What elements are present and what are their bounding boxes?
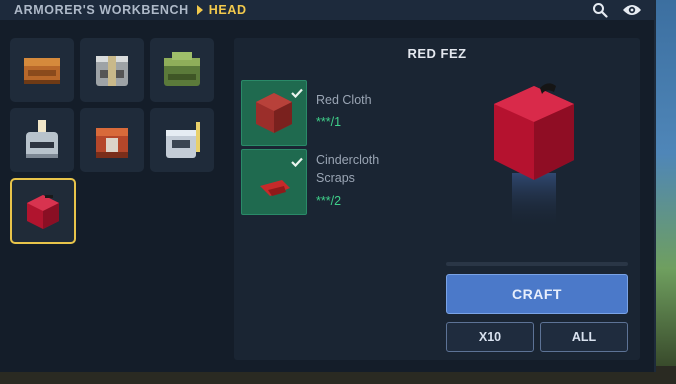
breadcrumb-current: HEAD <box>208 3 247 17</box>
red-bronze-helmet-icon <box>96 128 128 158</box>
material-name: Red Cloth <box>316 93 372 107</box>
eye-icon[interactable] <box>622 2 642 18</box>
material-slot-cindercloth-scraps[interactable] <box>241 149 307 215</box>
craft-x10-button[interactable]: X10 <box>446 322 534 352</box>
material-slot-red-cloth[interactable] <box>241 80 307 146</box>
recipe-slot-red-bronze-helmet[interactable] <box>80 108 144 172</box>
red-fez-icon <box>27 195 59 229</box>
item-title: RED FEZ <box>407 46 467 61</box>
material-name: Cindercloth Scraps <box>316 151 379 187</box>
craft-button[interactable]: CRAFT <box>446 274 628 314</box>
check-icon <box>291 152 303 171</box>
recipe-slot-steel-banded-helmet[interactable] <box>80 38 144 102</box>
recipe-slot-winged-steel-helmet[interactable] <box>150 108 214 172</box>
craft-all-button[interactable]: ALL <box>540 322 628 352</box>
search-icon[interactable] <box>590 2 610 18</box>
green-leaf-helmet-icon <box>164 52 200 86</box>
check-icon <box>291 83 303 102</box>
material-name-line2: Scraps <box>316 171 355 185</box>
recipe-slot-plumed-knight-helmet[interactable] <box>10 108 74 172</box>
material-quantity: ***/1 <box>316 115 342 129</box>
steel-banded-helmet-icon <box>96 56 128 86</box>
plumed-knight-helmet-icon <box>26 120 58 158</box>
material-quantity: ***/2 <box>316 194 342 208</box>
breadcrumb-workbench[interactable]: ARMORER'S WORKBENCH <box>14 3 189 17</box>
recipe-detail: RED FEZ Red Cloth ***/1 Cindercloth Scra… <box>234 38 640 360</box>
winged-steel-helmet-icon <box>166 122 200 158</box>
item-preview <box>482 78 592 228</box>
craft-progress-bar <box>446 262 628 266</box>
breadcrumb-arrow-icon <box>196 5 203 15</box>
orange-leather-helmet-icon <box>24 58 60 84</box>
workbench-panel: ARMORER'S WORKBENCH HEAD RED FEZ Red Clo… <box>0 0 656 372</box>
recipe-slot-red-fez[interactable] <box>10 178 76 244</box>
material-name-line1: Cindercloth <box>316 153 380 167</box>
recipe-slot-orange-leather-helmet[interactable] <box>10 38 74 102</box>
recipe-slot-green-leaf-helmet[interactable] <box>150 38 214 102</box>
breadcrumb: ARMORER'S WORKBENCH HEAD <box>0 0 654 20</box>
